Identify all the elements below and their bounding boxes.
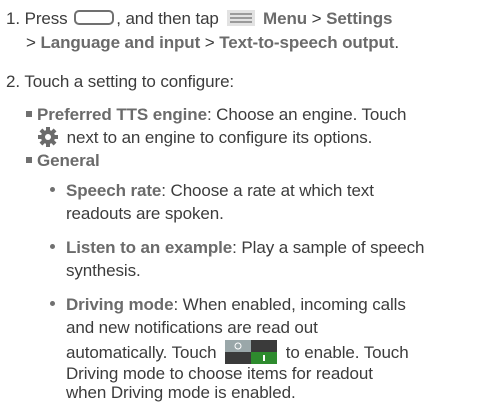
driving-label: Driving mode [66,295,174,314]
driving-text5: when Driving mode is enabled. [66,382,296,404]
sep2: > [200,33,220,52]
speech-rate-label: Speech rate [66,181,162,200]
general-label: General [37,151,100,170]
step2-text: Touch a setting to configure: [24,72,235,91]
listen-text2: synthesis. [66,260,141,282]
step2-line: 2. Touch a setting to configure: [6,71,234,93]
driving-desc3a: automatically. Touch [66,343,217,362]
preferred-desc1: : Choose an engine. Touch [206,105,407,124]
round-bullet [50,301,55,306]
preferred-line2: next to an engine to configure its optio… [38,127,372,149]
driving-desc1: : When enabled, incoming calls [173,295,406,314]
step1-line1: 1. Press , and then tap Menu > Settings [6,8,392,30]
speech-rate-desc2: readouts are spoken. [66,204,224,223]
menu-icon [227,10,256,26]
language-input-label: Language and input [40,33,201,52]
driving-desc2: and new notifications are read out [66,318,318,337]
driving-text1: Driving mode: When enabled, incoming cal… [66,294,406,316]
listen-desc1: : Play a sample of speech [232,238,425,257]
general-line: General [26,150,100,172]
driving-desc4: Driving mode to choose items for readout [66,364,373,383]
driving-text3: automatically. Touch to enable. Touch [66,340,409,364]
square-bullet [26,111,32,117]
driving-desc3b: to enable. Touch [285,343,409,362]
preferred-line1: Preferred TTS engine: Choose an engine. … [26,104,406,126]
round-bullet [50,244,55,249]
home-button-icon [74,10,115,25]
step1-press-text: Press [24,9,68,28]
listen-label: Listen to an example [66,238,233,257]
driving-bullet-line [50,294,55,316]
speech-rate-text1: Speech rate: Choose a rate at which text [66,180,374,202]
driving-desc5: when Driving mode is enabled. [66,383,296,402]
gear-icon [38,127,58,147]
listen-bullet-line [50,237,55,259]
driving-text2: and new notifications are read out [66,317,318,339]
speech-rate-line1 [50,180,55,202]
settings-label: Settings [326,9,393,28]
toggle-switch-icon [225,340,278,364]
listen-desc2: synthesis. [66,261,141,280]
step1-then-text: , and then tap [116,9,219,28]
listen-text1: Listen to an example: Play a sample of s… [66,237,424,259]
square-bullet [26,157,32,163]
path-prefix: > [26,33,41,52]
step1-line2: > Language and input > Text-to-speech ou… [26,32,399,54]
preferred-desc2: next to an engine to configure its optio… [66,128,373,147]
period: . [394,33,399,52]
step1-number: 1. [6,9,20,28]
speech-rate-text2: readouts are spoken. [66,203,224,225]
step2-number: 2. [6,72,20,91]
menu-label: Menu [263,9,308,28]
preferred-label: Preferred TTS engine [37,105,207,124]
round-bullet [50,187,55,192]
sep1: > [307,9,327,28]
speech-rate-desc1: : Choose a rate at which text [161,181,374,200]
tts-output-label: Text-to-speech output [219,33,395,52]
